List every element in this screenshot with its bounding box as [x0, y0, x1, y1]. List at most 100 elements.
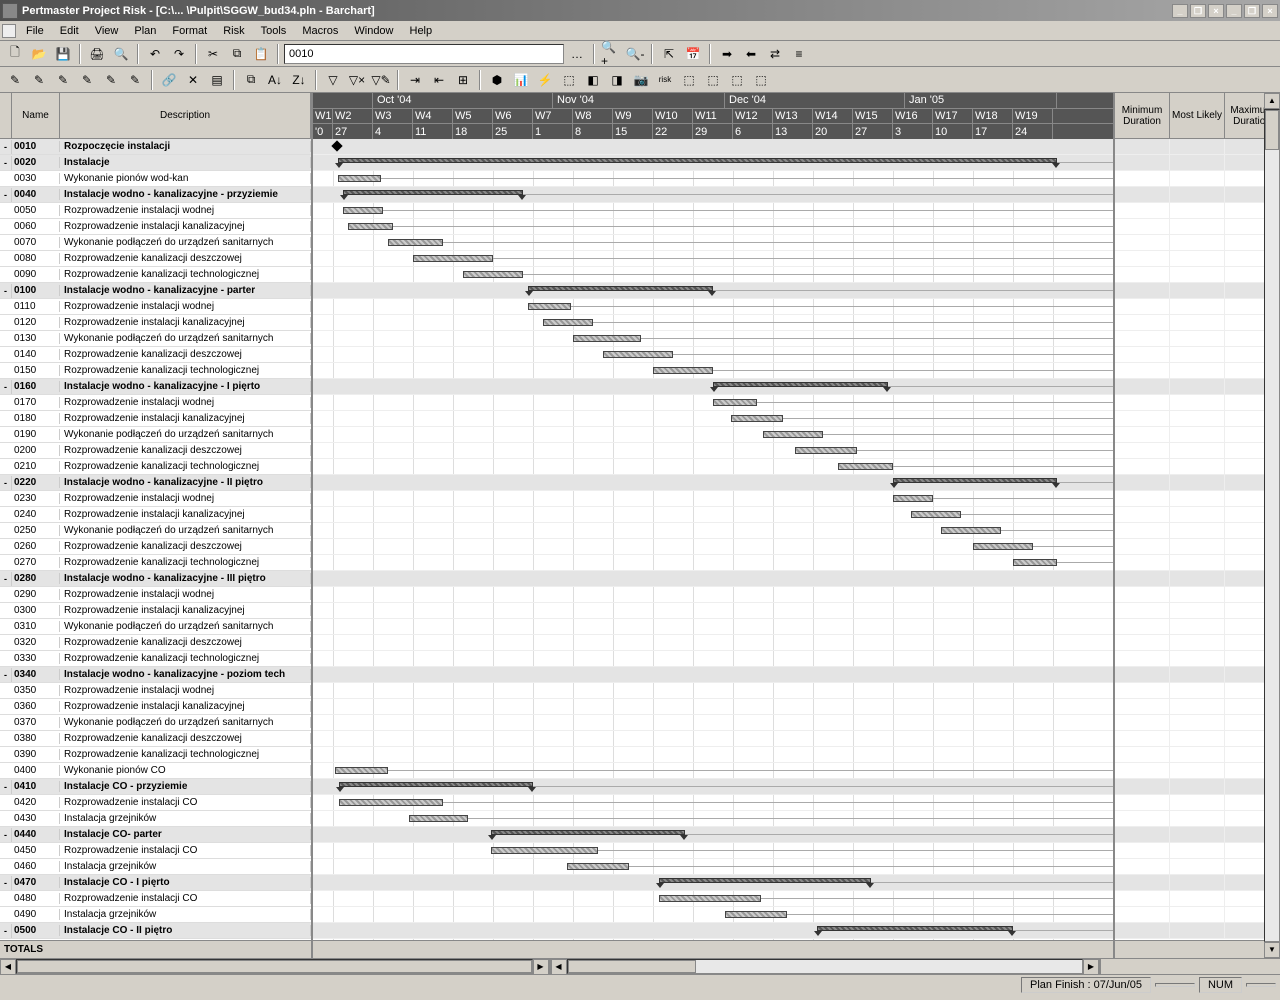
- gantt-scroll-right[interactable]: ▶: [1083, 959, 1099, 975]
- duration-row[interactable]: [1115, 331, 1280, 347]
- duration-row[interactable]: [1115, 507, 1280, 523]
- gantt-bar[interactable]: [335, 767, 388, 774]
- gantt-row[interactable]: [313, 235, 1113, 251]
- gantt-bar[interactable]: [388, 239, 443, 246]
- gantt-row[interactable]: [313, 875, 1113, 891]
- redo-icon[interactable]: ↷: [168, 43, 190, 65]
- table-row[interactable]: 0070Wykonanie podłączeń do urządzeń sani…: [0, 235, 311, 251]
- table-row[interactable]: -0410Instalacje CO - przyziemie: [0, 779, 311, 795]
- duration-row[interactable]: [1115, 491, 1280, 507]
- note-icon[interactable]: ▤: [206, 69, 228, 91]
- table-row[interactable]: 0200Rozprowadzenie kanalizacji deszczowe…: [0, 443, 311, 459]
- summary-icon[interactable]: ⊞: [452, 69, 474, 91]
- gantt-row[interactable]: [313, 155, 1113, 171]
- gantt-row[interactable]: [313, 187, 1113, 203]
- gantt-bar[interactable]: [338, 158, 1057, 163]
- gantt-bar[interactable]: [893, 478, 1057, 483]
- table-row[interactable]: 0090Rozprowadzenie kanalizacji technolog…: [0, 267, 311, 283]
- gantt-row[interactable]: [313, 811, 1113, 827]
- duration-row[interactable]: [1115, 651, 1280, 667]
- table-row[interactable]: 0290Rozprowadzenie instalacji wodnej: [0, 587, 311, 603]
- duration-row[interactable]: [1115, 171, 1280, 187]
- left-hscroll-thumb[interactable]: [17, 960, 532, 973]
- gantt-bar[interactable]: [603, 351, 673, 358]
- table-row[interactable]: -0500Instalacje CO - II piętro: [0, 923, 311, 939]
- new-icon[interactable]: 🗋: [4, 43, 26, 65]
- gantt-bar[interactable]: [1013, 559, 1057, 566]
- gantt-bar[interactable]: [463, 271, 523, 278]
- gantt-bar[interactable]: [973, 543, 1033, 550]
- gantt-bar[interactable]: [713, 399, 757, 406]
- left-scroll-left[interactable]: ◀: [0, 959, 16, 975]
- gantt-row[interactable]: [313, 843, 1113, 859]
- name-input[interactable]: [284, 44, 564, 64]
- table-row[interactable]: 0080Rozprowadzenie kanalizacji deszczowe…: [0, 251, 311, 267]
- gantt-row[interactable]: [313, 171, 1113, 187]
- duration-row[interactable]: [1115, 523, 1280, 539]
- vscroll-thumb[interactable]: [1265, 110, 1279, 150]
- gantt-row[interactable]: [313, 731, 1113, 747]
- table-row[interactable]: 0420Rozprowadzenie instalacji CO: [0, 795, 311, 811]
- duration-row[interactable]: [1115, 843, 1280, 859]
- duration-row[interactable]: [1115, 667, 1280, 683]
- expand-toggle[interactable]: -: [0, 284, 12, 298]
- gantt-row[interactable]: [313, 139, 1113, 155]
- expand-toggle[interactable]: -: [0, 476, 12, 490]
- table-row[interactable]: 0300Rozprowadzenie instalacji kanalizacy…: [0, 603, 311, 619]
- duration-row[interactable]: [1115, 619, 1280, 635]
- duration-row[interactable]: [1115, 395, 1280, 411]
- table-row[interactable]: -0160Instalacje wodno - kanalizacyjne - …: [0, 379, 311, 395]
- menu-view[interactable]: View: [87, 23, 127, 39]
- open-icon[interactable]: 📂: [28, 43, 50, 65]
- menu-macros[interactable]: Macros: [294, 23, 346, 39]
- gantt-bar[interactable]: [653, 367, 713, 374]
- duration-row[interactable]: [1115, 603, 1280, 619]
- gantt-row[interactable]: [313, 891, 1113, 907]
- tool-3-icon[interactable]: ✎: [52, 69, 74, 91]
- cut-icon[interactable]: ✂: [202, 43, 224, 65]
- gantt-row[interactable]: [313, 651, 1113, 667]
- gantt-bar[interactable]: [941, 527, 1001, 534]
- table-row[interactable]: -0340Instalacje wodno - kanalizacyjne - …: [0, 667, 311, 683]
- gantt-bar[interactable]: [339, 799, 443, 806]
- expand-toggle[interactable]: -: [0, 380, 12, 394]
- tool-2-icon[interactable]: ✎: [28, 69, 50, 91]
- gantt-bar[interactable]: [491, 830, 685, 835]
- gantt-bar[interactable]: [573, 335, 641, 342]
- gantt-row[interactable]: [313, 443, 1113, 459]
- print-icon[interactable]: 🖨: [86, 43, 108, 65]
- child-minimize-button[interactable]: _: [1226, 4, 1242, 18]
- duration-row[interactable]: [1115, 923, 1280, 939]
- table-row[interactable]: 0210Rozprowadzenie kanalizacji technolog…: [0, 459, 311, 475]
- duration-row[interactable]: [1115, 891, 1280, 907]
- menu-risk[interactable]: Risk: [215, 23, 252, 39]
- table-row[interactable]: 0450Rozprowadzenie instalacji CO: [0, 843, 311, 859]
- print-preview-icon[interactable]: 🔍: [110, 43, 132, 65]
- table-row[interactable]: 0060Rozprowadzenie instalacji kanalizacy…: [0, 219, 311, 235]
- duration-row[interactable]: [1115, 411, 1280, 427]
- gantt-row[interactable]: [313, 763, 1113, 779]
- gantt-bar[interactable]: [763, 431, 823, 438]
- gantt-bar[interactable]: [343, 190, 523, 195]
- menu-window[interactable]: Window: [346, 23, 401, 39]
- table-row[interactable]: 0050Rozprowadzenie instalacji wodnej: [0, 203, 311, 219]
- gantt-row[interactable]: [313, 331, 1113, 347]
- gantt-row[interactable]: [313, 219, 1113, 235]
- calendar-icon[interactable]: 📅: [682, 43, 704, 65]
- table-row[interactable]: 0330Rozprowadzenie kanalizacji technolog…: [0, 651, 311, 667]
- gantt-row[interactable]: [313, 411, 1113, 427]
- table-row[interactable]: 0370Wykonanie podłączeń do urządzeń sani…: [0, 715, 311, 731]
- table-row[interactable]: 0180Rozprowadzenie instalacji kanalizacy…: [0, 411, 311, 427]
- gantt-bar[interactable]: [528, 286, 713, 291]
- gantt-row[interactable]: [313, 299, 1113, 315]
- goto-task-icon[interactable]: ⇱: [658, 43, 680, 65]
- indent-icon[interactable]: ⇥: [404, 69, 426, 91]
- minimize-button[interactable]: _: [1172, 4, 1188, 18]
- gantt-hscroll-thumb[interactable]: [568, 960, 697, 973]
- risk-opt-4-icon[interactable]: ⬚: [750, 69, 772, 91]
- duration-row[interactable]: [1115, 267, 1280, 283]
- duration-row[interactable]: [1115, 363, 1280, 379]
- scroll-down-button[interactable]: ▼: [1264, 942, 1280, 958]
- gantt-row[interactable]: [313, 683, 1113, 699]
- child-restore-button[interactable]: ❐: [1244, 4, 1260, 18]
